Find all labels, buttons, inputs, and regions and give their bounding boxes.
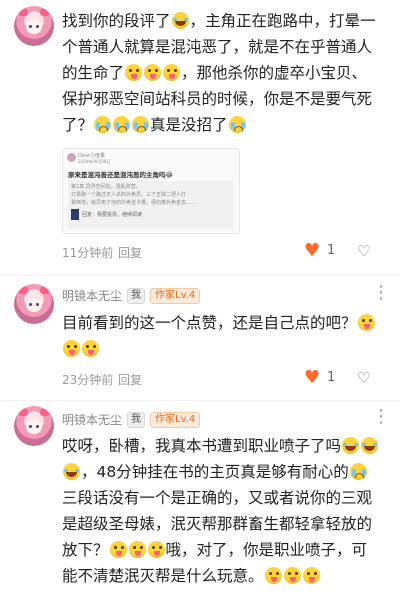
more-dots-icon[interactable]: ⋮	[372, 408, 390, 426]
zany-face-icon	[82, 340, 99, 357]
author-level-badge: 作家Lv.4	[150, 411, 201, 428]
like-count: 1	[327, 370, 336, 385]
loudly-crying-face-icon	[113, 116, 131, 133]
card-link[interactable]: 回复：我要投票，继续阅读	[82, 211, 142, 219]
zany-face-icon	[125, 64, 143, 81]
zany-face-icon	[302, 567, 320, 584]
broken-heart-icon[interactable]: ♡	[357, 242, 370, 260]
comment-time: 11分钟前	[62, 246, 114, 260]
heart-icon[interactable]: ♥	[304, 242, 320, 260]
divider	[0, 275, 400, 276]
like-count: 1	[327, 243, 336, 258]
zany-face-icon	[264, 567, 282, 584]
card-avatar	[67, 153, 76, 162]
card-title: 原来是混沌善还是混沌恶的主角吗😂	[68, 171, 174, 179]
comment-time: 23分钟前	[62, 373, 114, 387]
zany-face-icon	[109, 541, 127, 558]
zany-face-icon	[144, 64, 162, 81]
zany-face-icon	[283, 567, 301, 584]
heart-icon[interactable]: ♥	[304, 369, 320, 387]
avatar[interactable]	[14, 284, 54, 324]
quoted-paragraph-card[interactable]: Dear小度量 2024年09月08日 原来是混沌善还是混沌恶的主角吗😂 第1章…	[62, 148, 240, 234]
comment-header: 明镜本无尘 我 作家Lv.4	[62, 287, 201, 304]
face-with-tears-of-joy-icon	[171, 12, 189, 29]
broken-heart-icon[interactable]: ♡	[357, 369, 370, 387]
zany-face-icon	[63, 340, 80, 357]
face-with-tears-of-joy-icon	[63, 463, 80, 480]
reply-button[interactable]: 回复	[118, 244, 142, 261]
reply-button[interactable]: 回复	[118, 371, 142, 388]
divider	[0, 400, 400, 401]
loudly-crying-face-icon	[228, 116, 246, 133]
loudly-crying-face-icon	[94, 116, 112, 133]
me-badge: 我	[127, 411, 146, 428]
comment-text: 找到你的段评了 ，主角正在跑路中，打晕一 个普通人就算是混沌恶了，就是不在乎普通人…	[62, 12, 376, 134]
card-body-line: 晕倒地，就早用了他的外卖送卡槽，便向着外卖走去……	[71, 200, 197, 206]
card-quote-box: 第1章 异界空间站，混乱阵营。 打晕路一个路过无人杀的外卖员，三下五除二把人打 …	[68, 181, 234, 229]
zany-face-icon	[128, 541, 146, 558]
more-dots-icon[interactable]: ⋮	[372, 284, 390, 302]
card-body-line: 打晕路一个路过无人杀的外卖员，三下五除二把人打	[71, 192, 187, 198]
loudly-crying-face-icon	[349, 463, 367, 480]
comment-text: 哎呀，卧槽，我真本书遭到职业喷子了吗 ，48分钟挂在书的主页真是够有耐心的 三段…	[62, 433, 392, 589]
face-with-tears-of-joy-icon	[342, 437, 360, 454]
me-badge: 我	[127, 287, 146, 304]
username[interactable]: 明镜本无尘	[62, 411, 122, 428]
avatar[interactable]	[14, 6, 54, 46]
username[interactable]: 明镜本无尘	[62, 287, 122, 304]
comment-text: 目前看到的这一个点赞，还是自己点的吧？	[62, 310, 392, 362]
card-date: 2024年09月08日	[78, 159, 111, 164]
zany-face-icon	[147, 541, 165, 558]
card-body-line: 第1章 异界空间站，混乱阵营。	[71, 184, 141, 190]
zany-face-icon	[357, 314, 375, 331]
comment-header: 明镜本无尘 我 作家Lv.4	[62, 411, 201, 428]
face-with-tears-of-joy-icon	[361, 437, 379, 454]
loudly-crying-face-icon	[132, 116, 150, 133]
zany-face-icon	[163, 64, 181, 81]
book-cover	[71, 209, 79, 220]
avatar[interactable]	[14, 406, 54, 446]
author-level-badge: 作家Lv.4	[150, 287, 201, 304]
